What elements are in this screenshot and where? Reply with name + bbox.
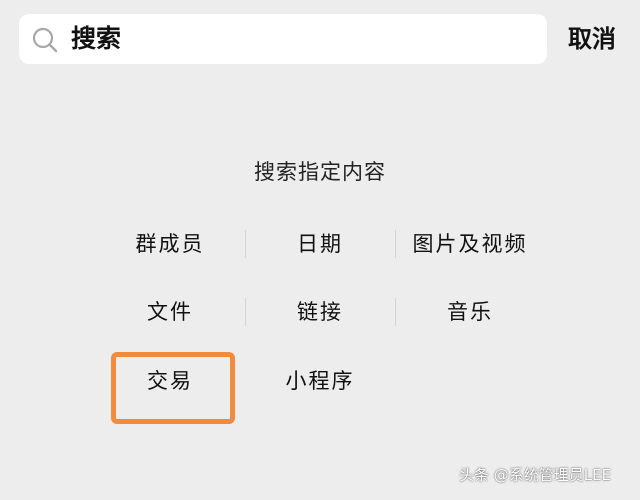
filter-files[interactable]: 文件 [95,286,245,338]
search-icon [31,26,59,54]
search-bar: 搜索 取消 [0,0,640,78]
filter-mini-programs[interactable]: 小程序 [245,355,395,407]
highlight-box [111,352,235,424]
filter-date[interactable]: 日期 [245,218,395,270]
search-input[interactable]: 搜索 [19,14,547,64]
filter-group-members[interactable]: 群成员 [95,218,245,270]
filter-images-videos[interactable]: 图片及视频 [395,218,545,270]
cancel-button[interactable]: 取消 [568,14,616,64]
filter-music[interactable]: 音乐 [395,286,545,338]
search-query-text: 搜索 [71,24,122,53]
filter-links[interactable]: 链接 [245,286,395,338]
section-title: 搜索指定内容 [254,160,386,184]
watermark: 头条 @系统管理员LEE [459,466,612,484]
